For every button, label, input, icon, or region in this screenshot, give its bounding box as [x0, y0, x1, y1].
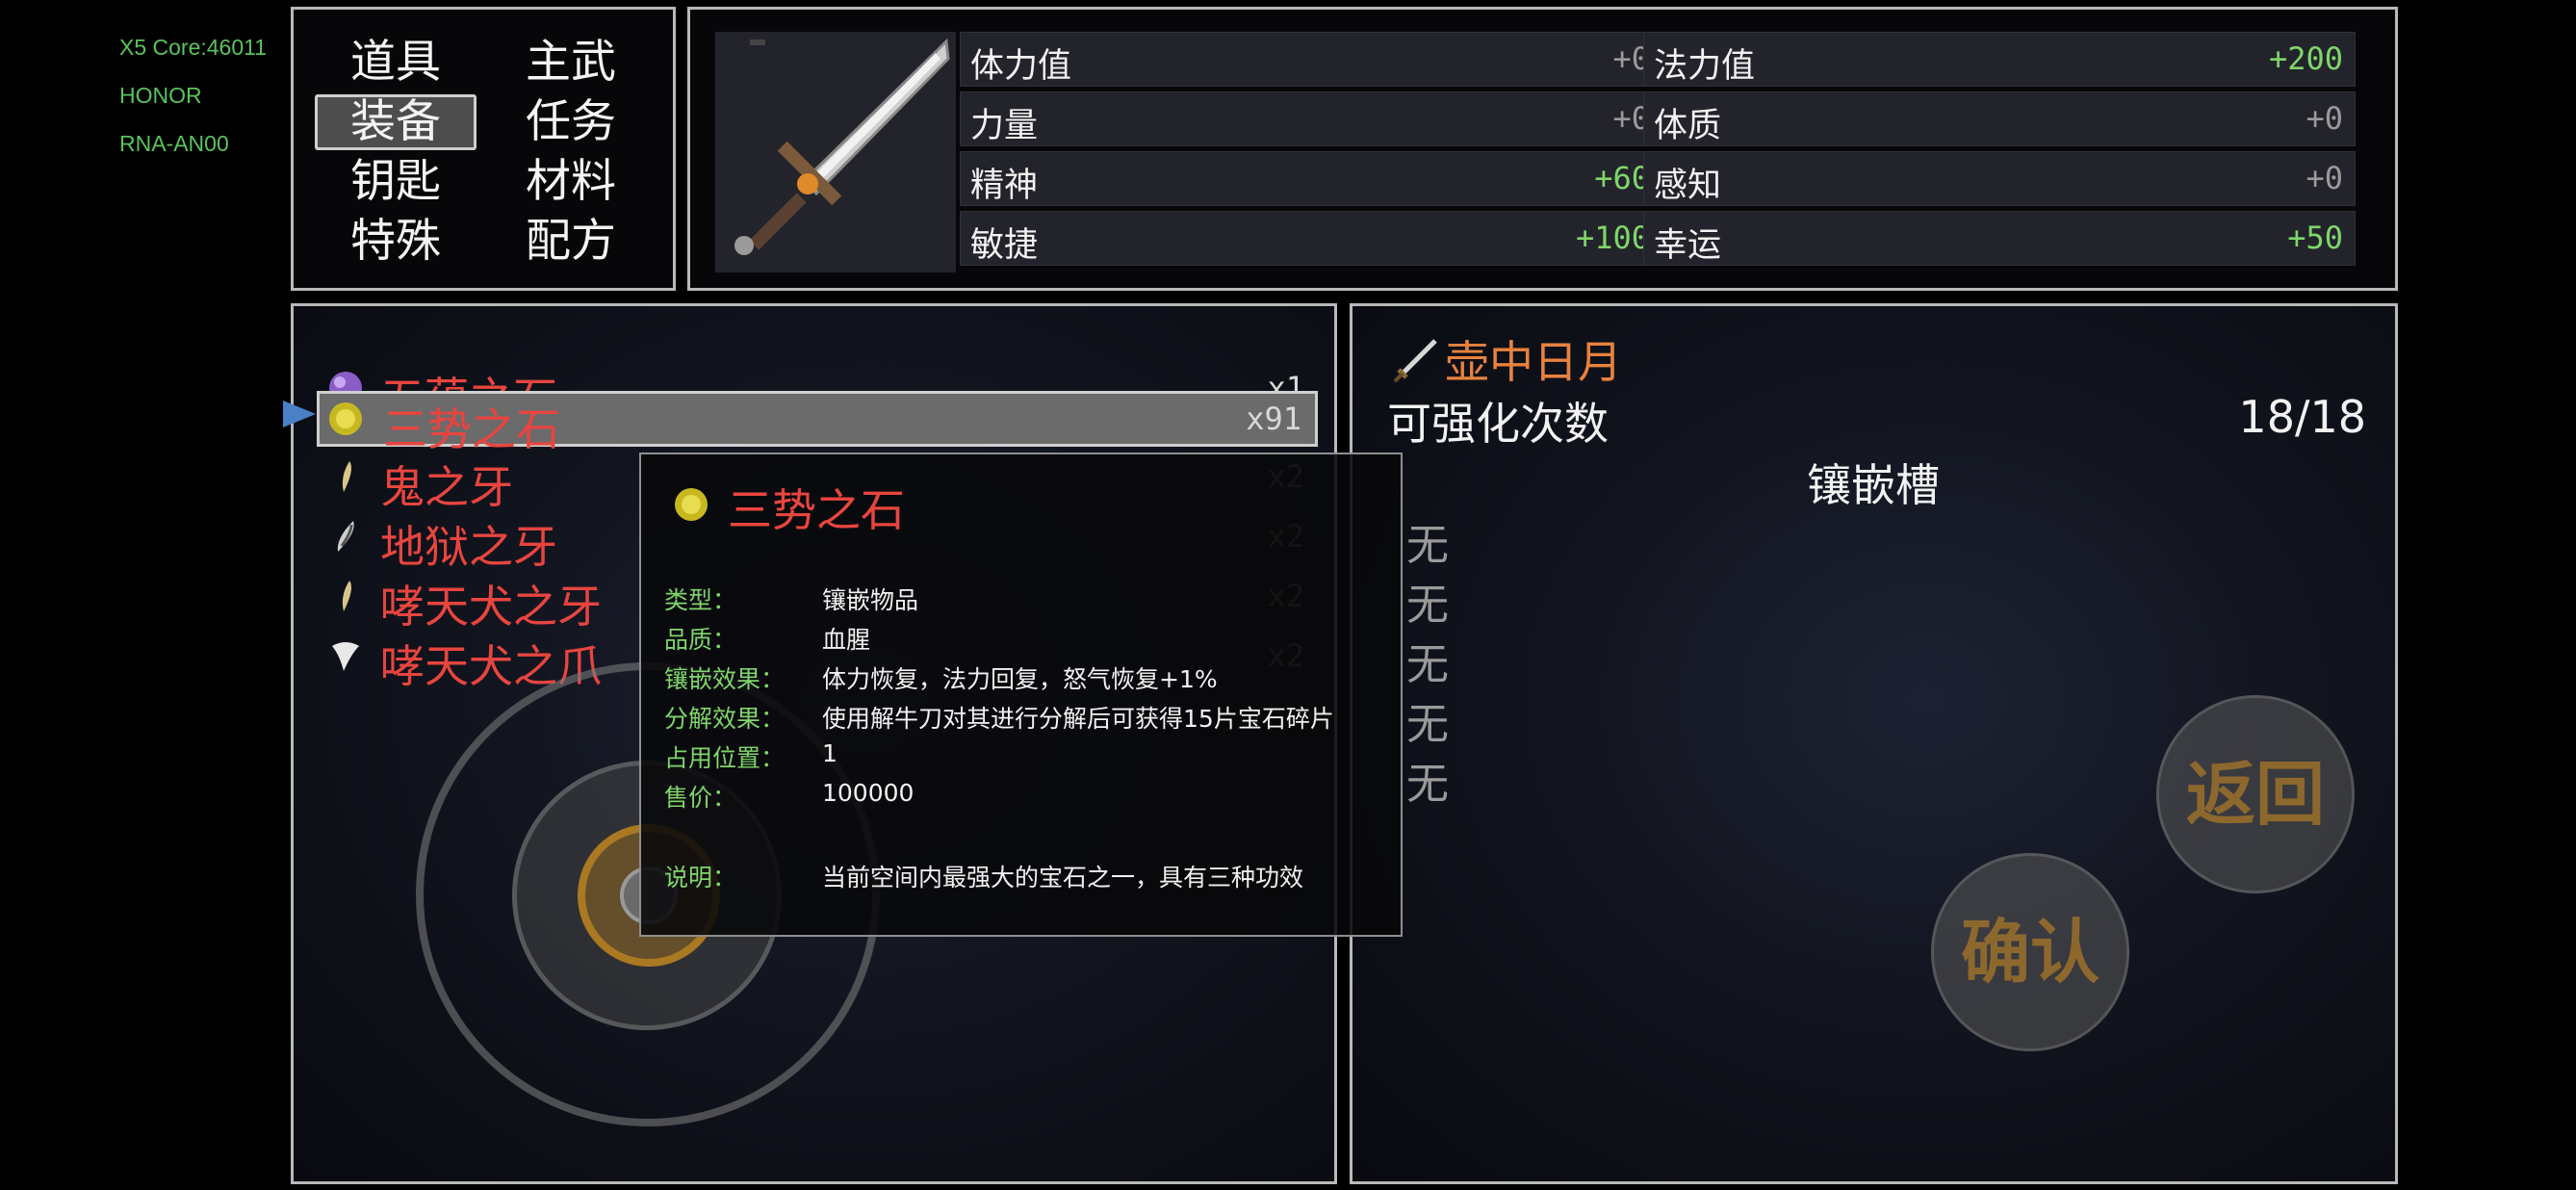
socket-slot[interactable]: 无: [1406, 630, 1449, 691]
category-tab-main-weapon[interactable]: 主武: [490, 35, 652, 91]
stat-label: 法力值: [1654, 47, 1756, 86]
category-tab-special[interactable]: 特殊: [315, 214, 477, 270]
device-info: X5 Core:46011 HONOR RNA-AN00: [119, 23, 267, 168]
socket-slot[interactable]: 无: [1406, 510, 1449, 572]
weapon-icon: [1393, 339, 1437, 383]
stat-value: +100: [1575, 220, 1650, 256]
socket-slot[interactable]: 无: [1406, 749, 1449, 811]
socket-title: 镶嵌槽: [1807, 459, 1940, 511]
stats-panel: 体力值 +0 力量 +0 精神 +60 敏捷 +100 法力值 +200 体质: [687, 7, 2398, 291]
device-model: RNA-AN00: [119, 131, 229, 156]
stat-label: 敏捷: [970, 226, 1039, 265]
tooltip-key-slot-usage: 占用位置：: [664, 744, 786, 772]
fang-icon: [342, 461, 351, 492]
tooltip-key-price: 售价：: [664, 784, 737, 812]
tooltip-value-decompose-effect: 使用解牛刀对其进行分解后可获得15片宝石碎片: [822, 705, 1334, 733]
item-tooltip: 三势之石 类型： 镶嵌物品 品质： 血腥 镶嵌效果： 体力恢复，法力回复，怒气恢…: [639, 453, 1403, 937]
item-name: 地狱之牙: [380, 521, 557, 573]
tooltip-key-description: 说明：: [664, 864, 737, 892]
stat-value: +0: [2306, 160, 2343, 196]
item-count: x91: [1246, 401, 1301, 437]
tooltip-key-quality: 品质：: [664, 626, 737, 654]
confirm-button[interactable]: 确认: [1931, 853, 2129, 1051]
socket-slot[interactable]: 无: [1406, 689, 1449, 751]
stat-label: 感知: [1654, 167, 1722, 205]
tooltip-value-quality: 血腥: [822, 626, 871, 654]
dark-fang-icon: [337, 521, 354, 552]
stat-row-luck: 幸运 +50: [1643, 211, 2356, 266]
enhance-count: 18/18: [2238, 391, 2366, 443]
tooltip-key-type: 类型：: [664, 586, 737, 614]
category-tab-keys[interactable]: 钥匙: [315, 154, 477, 210]
stat-row-perception: 感知 +0: [1643, 151, 2356, 206]
core-version: X5 Core:46011: [119, 35, 268, 60]
tooltip-title: 三势之石: [728, 484, 905, 536]
tooltip-value-price: 100000: [822, 779, 914, 807]
list-item-selected[interactable]: 三势之石 x91: [317, 391, 1318, 455]
category-panel: 道具 主武 装备 任务 钥匙 材料 特殊 配方: [291, 7, 676, 291]
item-name: 哮天犬之牙: [380, 581, 602, 633]
socket-slot[interactable]: 无: [1406, 570, 1449, 632]
tooltip-value-type: 镶嵌物品: [822, 586, 919, 614]
category-tab-recipes[interactable]: 配方: [490, 214, 652, 270]
stat-label: 幸运: [1654, 226, 1722, 265]
category-tab-quest[interactable]: 任务: [490, 94, 652, 150]
stat-row-spirit: 精神 +60: [960, 151, 1662, 206]
stat-label: 精神: [970, 167, 1039, 205]
sword-icon: [715, 32, 956, 272]
fang-icon: [342, 581, 351, 611]
stat-row-constitution: 体质 +0: [1643, 91, 2356, 146]
stat-label: 体力值: [970, 47, 1072, 86]
tooltip-value-description: 当前空间内最强大的宝石之一，具有三种功效: [822, 864, 1304, 892]
category-tab-props[interactable]: 道具: [315, 35, 477, 91]
tooltip-key-decompose-effect: 分解效果：: [664, 705, 786, 733]
tooltip-value-inlay-effect: 体力恢复，法力回复，怒气恢复+1%: [822, 665, 1218, 693]
stat-row-strength: 力量 +0: [960, 91, 1662, 146]
stat-value: +200: [2268, 40, 2343, 77]
weapon-name: 壶中日月: [1445, 336, 1622, 388]
tooltip-value-slot-usage: 1: [822, 739, 837, 767]
yellow-orb-icon: [675, 488, 708, 521]
claw-icon: [332, 642, 359, 671]
stat-row-hp: 体力值 +0: [960, 32, 1662, 87]
stat-label: 力量: [970, 107, 1039, 145]
device-brand: HONOR: [119, 83, 202, 108]
selection-cursor-icon: [283, 401, 316, 427]
game-screen: X5 Core:46011 HONOR RNA-AN00 道具 主武 装备 任务…: [0, 0, 2576, 1190]
stat-value: +0: [2306, 100, 2343, 137]
stats-grid: 体力值 +0 力量 +0 精神 +60 敏捷 +100: [715, 32, 1662, 273]
category-tab-materials[interactable]: 材料: [490, 154, 652, 210]
stat-value: +50: [2287, 220, 2343, 256]
yellow-orb-icon: [329, 402, 362, 435]
stat-label: 体质: [1654, 107, 1722, 145]
tooltip-key-inlay-effect: 镶嵌效果：: [664, 665, 786, 693]
category-tab-equipment[interactable]: 装备: [315, 94, 477, 150]
enhance-label: 可强化次数: [1387, 398, 1609, 450]
back-button[interactable]: 返回: [2156, 695, 2355, 893]
stat-value: +60: [1594, 160, 1650, 196]
stat-row-mp: 法力值 +200: [1643, 32, 2356, 87]
item-name: 鬼之牙: [380, 461, 513, 513]
stats-grid-right: 法力值 +200 体质 +0 感知 +0 幸运 +50: [1643, 32, 2356, 273]
stat-row-agility: 敏捷 +100: [960, 211, 1662, 266]
